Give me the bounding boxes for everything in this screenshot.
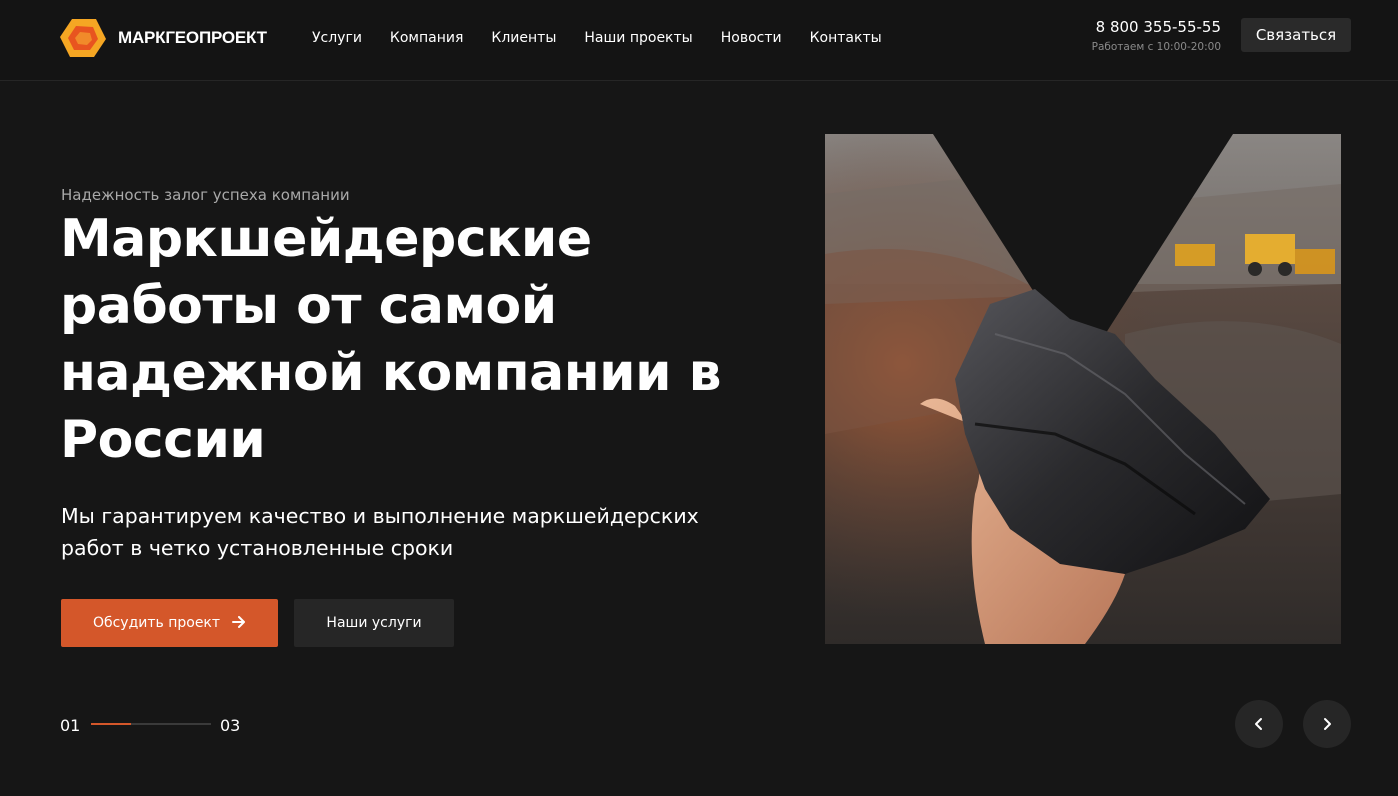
discuss-project-button[interactable]: Обсудить проект xyxy=(61,599,278,647)
slide-total-number: 03 xyxy=(220,716,241,735)
hero-eyebrow: Надежность залог успеха компании xyxy=(61,186,350,204)
logo-icon xyxy=(60,17,106,59)
hand-holding-coal-image xyxy=(825,134,1341,644)
nav-item-projects[interactable]: Наши проекты xyxy=(584,28,692,48)
hero-title: Маркшейдерские работы от самой надежной … xyxy=(60,209,722,470)
slider-prev-button[interactable] xyxy=(1235,700,1283,748)
site-header: МАРКГЕОПРОЕКТ Услуги Компания Клиенты На… xyxy=(0,0,1398,81)
brand-name: МАРКГЕОПРОЕКТ xyxy=(118,28,267,47)
arrow-right-icon xyxy=(232,615,246,631)
nav-item-company[interactable]: Компания xyxy=(390,28,463,48)
chevron-right-icon xyxy=(1320,717,1334,731)
nav-item-news[interactable]: Новости xyxy=(721,28,782,48)
slide-current-number: 01 xyxy=(60,716,81,735)
chevron-left-icon xyxy=(1252,717,1266,731)
contact-info: 8 800 355-55-55 Работаем с 10:00-20:00 xyxy=(1092,17,1221,54)
our-services-button[interactable]: Наши услуги xyxy=(294,599,454,647)
slide-progress-track xyxy=(91,723,211,725)
contact-button[interactable]: Связаться xyxy=(1241,18,1351,52)
discuss-project-label: Обсудить проект xyxy=(92,615,221,631)
nav-item-clients[interactable]: Клиенты xyxy=(491,28,556,48)
hero-subtitle: Мы гарантируем качество и выполнение мар… xyxy=(61,504,699,560)
slider-next-button[interactable] xyxy=(1303,700,1351,748)
main-nav: Услуги Компания Клиенты Наши проекты Нов… xyxy=(312,28,882,48)
slide-progress-fill xyxy=(91,723,131,725)
nav-item-services[interactable]: Услуги xyxy=(312,28,362,48)
phone-link[interactable]: 8 800 355-55-55 xyxy=(1092,17,1221,37)
logo-link[interactable]: МАРКГЕОПРОЕКТ xyxy=(60,17,267,59)
working-hours: Работаем с 10:00-20:00 xyxy=(1091,41,1221,53)
nav-item-contacts[interactable]: Контакты xyxy=(810,28,882,48)
